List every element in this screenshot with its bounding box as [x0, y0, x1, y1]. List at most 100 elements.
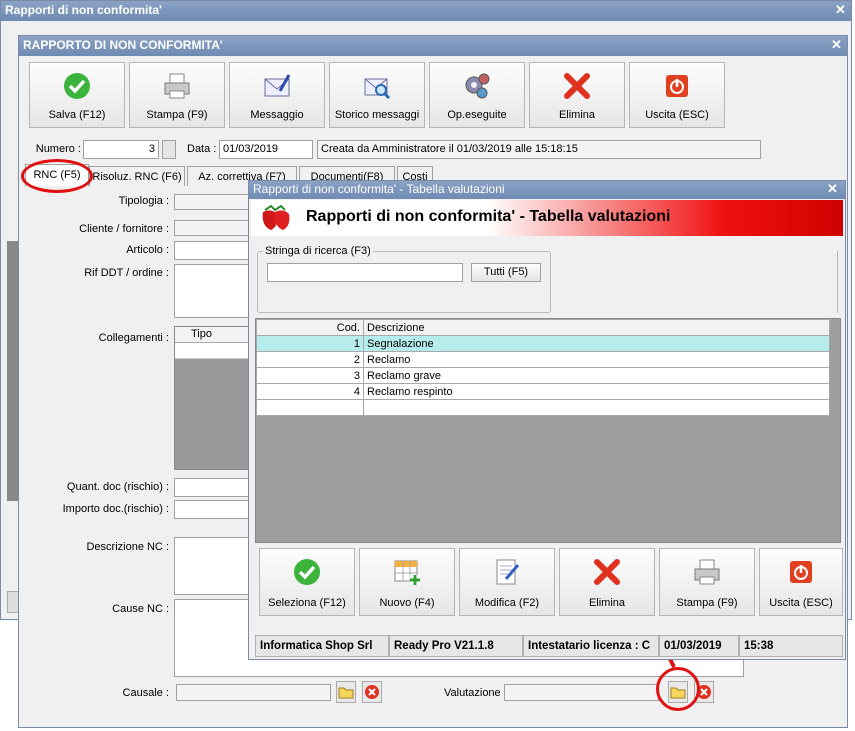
print-button[interactable]: Stampa (F9) — [129, 62, 225, 128]
quant-doc-field[interactable] — [174, 478, 254, 497]
numero-lookup-button[interactable] — [162, 140, 176, 159]
status-license: Intestatario licenza : C — [523, 635, 659, 657]
row-cod: 3 — [256, 367, 364, 384]
operations-button[interactable]: Op.eseguite — [429, 62, 525, 128]
collegamenti-label: Collegamenti : — [98, 332, 169, 344]
created-info: Creata da Amministratore il 01/03/2019 a… — [317, 140, 761, 159]
dialog-print-button[interactable]: Stampa (F9) — [659, 548, 755, 616]
rnc-window-title: RAPPORTO DI NON CONFORMITA' — [23, 38, 223, 52]
dialog-header-title: Rapporti di non conformita' - Tabella va… — [306, 208, 671, 225]
rif-ddt-label: Rif DDT / ordine : — [84, 267, 169, 279]
table-row[interactable]: 1 Segnalazione — [256, 335, 830, 352]
collegamenti-grid-header: Tipo — [175, 327, 253, 343]
rif-ddt-field[interactable] — [174, 264, 254, 318]
collegamenti-grid[interactable]: Tipo — [174, 326, 254, 470]
dialog-right-edge — [837, 251, 841, 313]
articolo-label: Articolo : — [126, 244, 169, 256]
status-version: Ready Pro V21.1.8 — [389, 635, 523, 657]
row-cod: 4 — [256, 383, 364, 400]
data-field[interactable]: 01/03/2019 — [219, 140, 313, 159]
outer-window-titlebar: Rapporti di non conformita' — [1, 1, 851, 21]
edit-document-icon — [496, 559, 520, 585]
select-button[interactable]: Seleziona (F12) — [259, 548, 355, 616]
grid-header-row: Cod. Descrizione — [256, 319, 830, 336]
dialog-title: Rapporti di non conformita' - Tabella va… — [253, 182, 505, 196]
outer-close-icon[interactable]: ✕ — [835, 2, 846, 18]
grid-add-icon — [394, 560, 420, 585]
descrizione-nc-field[interactable] — [174, 537, 254, 595]
table-row[interactable]: 4 Reclamo respinto — [256, 383, 830, 400]
status-date: 01/03/2019 — [659, 635, 739, 657]
dialog-delete-button[interactable]: Elimina — [559, 548, 655, 616]
importo-doc-label: Importo doc.(rischio) : — [62, 503, 169, 515]
rnc-window-titlebar: RAPPORTO DI NON CONFORMITA' — [19, 36, 847, 56]
quant-doc-label: Quant. doc (rischio) : — [66, 481, 169, 493]
print-label: Stampa (F9) — [146, 109, 208, 121]
status-company: Informatica Shop Srl — [255, 635, 389, 657]
dialog-delete-label: Elimina — [588, 597, 626, 609]
tipologia-field[interactable] — [174, 194, 254, 210]
row-cod-empty — [256, 399, 364, 416]
row-cod: 2 — [256, 351, 364, 368]
tab-risoluz-label: Risoluz. RNC (F6) — [92, 171, 182, 183]
grid-col-cod: Cod. — [256, 319, 364, 336]
tab-rnc-highlight-circle — [21, 159, 93, 193]
power-icon — [790, 561, 812, 583]
save-button[interactable]: Salva (F12) — [29, 62, 125, 128]
causale-clear-button[interactable] — [362, 681, 382, 703]
tab-risoluz[interactable]: Risoluz. RNC (F6) — [89, 166, 185, 186]
descrizione-nc-label: Descrizione NC : — [86, 541, 169, 553]
search-group — [257, 251, 551, 313]
envelope-pen-icon — [264, 74, 291, 97]
cliente-field[interactable] — [174, 220, 254, 236]
articolo-field[interactable] — [174, 241, 254, 260]
gears-icon — [465, 73, 490, 99]
importo-doc-field[interactable] — [174, 500, 254, 519]
row-desc: Reclamo — [363, 351, 830, 368]
valutazioni-grid[interactable]: Cod. Descrizione 1 Segnalazione 2 Reclam… — [255, 318, 841, 543]
row-desc: Reclamo grave — [363, 367, 830, 384]
power-icon — [666, 75, 688, 97]
printer-icon — [694, 559, 720, 585]
envelope-search-icon — [364, 78, 391, 100]
new-button[interactable]: Nuovo (F4) — [359, 548, 455, 616]
check-icon — [294, 559, 320, 585]
table-row[interactable]: 2 Reclamo — [256, 351, 830, 368]
tutti-button[interactable]: Tutti (F5) — [471, 263, 541, 282]
rnc-close-icon[interactable]: ✕ — [831, 37, 842, 53]
status-time: 15:38 — [739, 635, 843, 657]
valutazioni-table: Cod. Descrizione 1 Segnalazione 2 Reclam… — [256, 319, 830, 416]
causale-folder-button[interactable] — [336, 681, 356, 703]
causale-label: Causale : — [122, 687, 169, 699]
message-history-label: Storico messaggi — [334, 109, 420, 121]
numero-label: Numero : — [35, 143, 81, 155]
check-icon — [64, 73, 90, 99]
collegamenti-col-tipo: Tipo — [191, 328, 212, 340]
causale-field[interactable] — [176, 684, 331, 701]
dialog-exit-button[interactable]: Uscita (ESC) — [759, 548, 843, 616]
dialog-header-banner: Rapporti di non conformita' - Tabella va… — [251, 200, 843, 236]
delete-button[interactable]: Elimina — [529, 62, 625, 128]
printer-icon — [164, 73, 190, 99]
numero-field[interactable]: 3 — [83, 140, 159, 159]
edit-label: Modifica (F2) — [474, 597, 540, 609]
row-cod: 1 — [256, 335, 364, 352]
edit-button[interactable]: Modifica (F2) — [459, 548, 555, 616]
valutazione-field[interactable] — [504, 684, 659, 701]
row-desc: Reclamo respinto — [363, 383, 830, 400]
table-row[interactable]: 3 Reclamo grave — [256, 367, 830, 384]
valutazioni-dialog: Rapporti di non conformita' - Tabella va… — [248, 180, 846, 660]
message-history-button[interactable]: Storico messaggi — [329, 62, 425, 128]
grid-col-descrizione: Descrizione — [363, 319, 830, 336]
outer-window-title: Rapporti di non conformita' — [5, 3, 162, 17]
search-input[interactable] — [267, 263, 463, 282]
exit-button[interactable]: Uscita (ESC) — [629, 62, 725, 128]
red-x-icon — [594, 559, 620, 585]
strawberry-logo-icon — [262, 204, 290, 230]
cause-nc-label: Cause NC : — [112, 603, 169, 615]
message-button[interactable]: Messaggio — [229, 62, 325, 128]
exit-label: Uscita (ESC) — [645, 109, 709, 121]
table-row-empty[interactable] — [256, 399, 830, 416]
dialog-close-icon[interactable]: ✕ — [827, 181, 838, 197]
save-label: Salva (F12) — [48, 109, 106, 121]
